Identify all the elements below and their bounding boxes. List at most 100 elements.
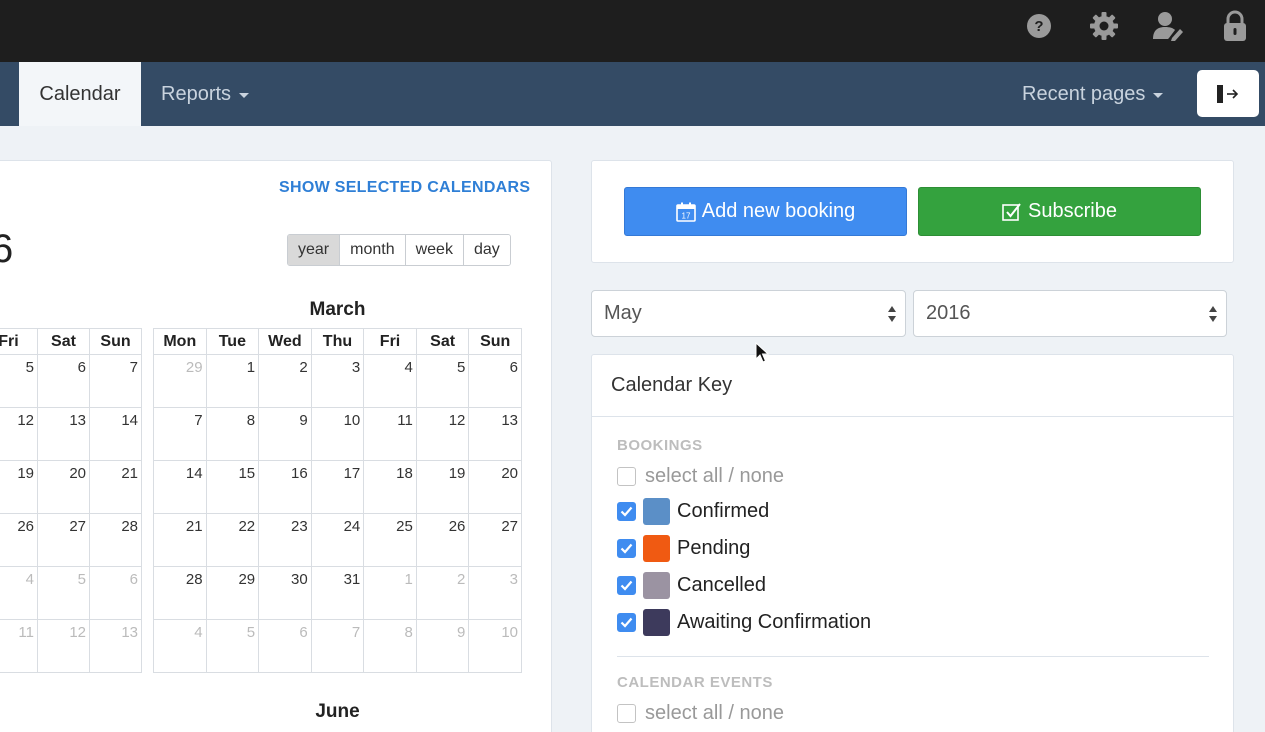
day-cell[interactable]: 6 <box>468 354 522 408</box>
day-cell[interactable]: 28 <box>89 513 142 567</box>
day-cell[interactable]: 16 <box>258 460 312 514</box>
select-all-checkbox[interactable] <box>617 466 636 486</box>
lock-icon[interactable] <box>1219 10 1251 42</box>
calendar-icon: 17 <box>675 202 696 222</box>
day-cell[interactable]: 18 <box>363 460 417 514</box>
show-selected-calendars-link[interactable]: SHOW SELECTED CALENDARS <box>279 179 530 197</box>
day-cell[interactable]: 21 <box>153 513 207 567</box>
day-cell[interactable]: 6 <box>258 619 312 673</box>
day-cell[interactable]: 2 <box>415 566 470 620</box>
gear-icon[interactable] <box>1088 10 1120 42</box>
day-cell[interactable]: 27 <box>37 513 90 567</box>
day-cell[interactable]: 9 <box>415 619 470 673</box>
day-cell[interactable]: 15 <box>205 460 260 514</box>
bookings-select-all-row[interactable]: select all / none <box>617 462 784 490</box>
tab-calendar[interactable]: Calendar <box>19 62 141 126</box>
day-cell[interactable]: 4 <box>0 566 38 620</box>
day-cell[interactable]: 25 <box>363 513 417 567</box>
day-cell[interactable]: 7 <box>153 407 207 461</box>
day-cell[interactable]: 14 <box>153 460 207 514</box>
day-cell[interactable]: 10 <box>468 619 522 673</box>
day-cell[interactable]: 21 <box>89 460 142 514</box>
day-cell[interactable]: 14 <box>89 407 142 461</box>
day-cell[interactable]: 23 <box>258 513 312 567</box>
key-item-pending[interactable]: Pending <box>617 534 750 562</box>
recent-pages-menu[interactable]: Recent pages <box>1022 62 1164 126</box>
key-divider <box>617 656 1209 657</box>
logout-button[interactable] <box>1197 70 1259 117</box>
day-cell[interactable]: 7 <box>310 619 365 673</box>
day-cell[interactable]: 20 <box>37 460 90 514</box>
year-select[interactable]: 2016 <box>913 290 1227 337</box>
weekday-header: Sun <box>468 328 522 355</box>
bookings-section-label: BOOKINGS <box>617 437 703 454</box>
day-cell[interactable]: 8 <box>205 407 260 461</box>
day-cell[interactable]: 11 <box>363 407 417 461</box>
calendar-panel: SHOW SELECTED CALENDARS 6 year month wee… <box>0 160 552 732</box>
day-cell[interactable]: 24 <box>310 513 365 567</box>
add-new-booking-button[interactable]: 17 Add new booking <box>624 187 907 236</box>
view-year-button[interactable]: year <box>288 235 341 265</box>
day-cell[interactable]: 9 <box>258 407 312 461</box>
day-cell[interactable]: 27 <box>468 513 522 567</box>
day-cell[interactable]: 20 <box>468 460 522 514</box>
select-arrows-icon <box>1209 306 1217 322</box>
key-item-confirmed[interactable]: Confirmed <box>617 497 769 525</box>
day-cell[interactable]: 4 <box>363 354 417 408</box>
day-cell[interactable]: 13 <box>37 407 90 461</box>
day-cell[interactable]: 12 <box>0 407 38 461</box>
day-cell[interactable]: 28 <box>153 566 207 620</box>
day-cell[interactable]: 13 <box>89 619 142 673</box>
day-cell[interactable]: 5 <box>415 354 470 408</box>
key-item-checkbox[interactable] <box>617 501 636 521</box>
day-cell[interactable]: 11 <box>0 619 38 673</box>
day-cell[interactable]: 5 <box>205 619 260 673</box>
day-cell[interactable]: 29 <box>205 566 260 620</box>
day-cell[interactable]: 7 <box>89 354 142 408</box>
key-item-checkbox[interactable] <box>617 538 636 558</box>
day-cell[interactable]: 6 <box>37 354 90 408</box>
day-cell[interactable]: 13 <box>468 407 522 461</box>
day-cell[interactable]: 19 <box>0 460 38 514</box>
top-bar: ? <box>0 0 1265 62</box>
day-cell[interactable]: 5 <box>0 354 38 408</box>
day-cell[interactable]: 6 <box>89 566 142 620</box>
day-cell[interactable]: 5 <box>37 566 90 620</box>
day-cell[interactable]: 19 <box>415 460 470 514</box>
day-cell[interactable]: 26 <box>0 513 38 567</box>
key-item-checkbox[interactable] <box>617 612 636 632</box>
tab-reports[interactable]: Reports <box>161 62 250 126</box>
day-cell[interactable]: 26 <box>415 513 470 567</box>
day-cell[interactable]: 10 <box>310 407 365 461</box>
day-cell[interactable]: 29 <box>153 354 207 408</box>
help-icon[interactable]: ? <box>1023 10 1055 42</box>
day-cell[interactable]: 3 <box>310 354 365 408</box>
key-item-cancelled[interactable]: Cancelled <box>617 571 766 599</box>
month-select[interactable]: May <box>591 290 906 337</box>
day-cell[interactable]: 1 <box>363 566 417 620</box>
key-item-awaiting-confirmation[interactable]: Awaiting Confirmation <box>617 608 871 636</box>
view-week-button[interactable]: week <box>405 235 464 265</box>
day-cell[interactable]: 12 <box>415 407 470 461</box>
day-cell[interactable]: 3 <box>468 566 522 620</box>
day-cell[interactable]: 12 <box>37 619 90 673</box>
caret-down-icon <box>1153 92 1164 98</box>
view-day-button[interactable]: day <box>463 235 510 265</box>
day-cell[interactable]: 2 <box>258 354 312 408</box>
subscribe-button[interactable]: Subscribe <box>918 187 1201 236</box>
key-item-label: Cancelled <box>677 573 766 596</box>
view-month-button[interactable]: month <box>340 235 406 265</box>
key-item-checkbox[interactable] <box>617 575 636 595</box>
day-cell[interactable]: 22 <box>205 513 260 567</box>
day-cell[interactable]: 4 <box>153 619 207 673</box>
events-select-all-row[interactable]: select all / none <box>617 699 784 727</box>
day-cell[interactable]: 1 <box>205 354 260 408</box>
user-edit-icon[interactable] <box>1152 10 1184 42</box>
events-select-all-checkbox[interactable] <box>617 703 636 723</box>
check-icon <box>620 580 633 591</box>
day-cell[interactable]: 31 <box>310 566 365 620</box>
key-item-label: Pending <box>677 536 751 559</box>
day-cell[interactable]: 30 <box>258 566 312 620</box>
day-cell[interactable]: 17 <box>310 460 365 514</box>
day-cell[interactable]: 8 <box>363 619 417 673</box>
